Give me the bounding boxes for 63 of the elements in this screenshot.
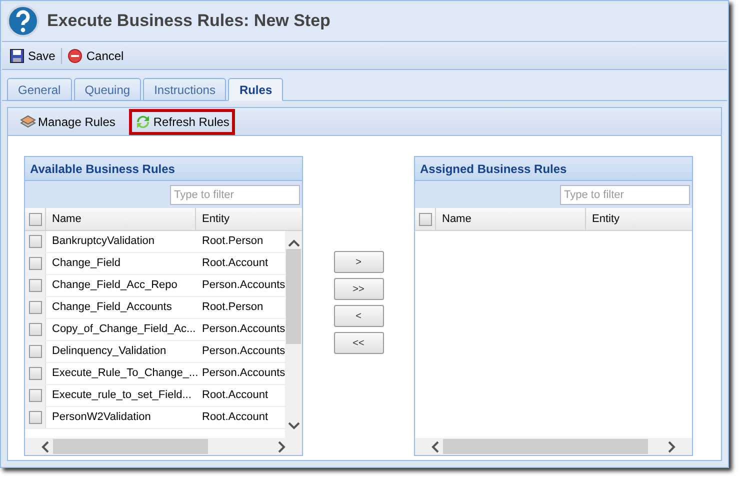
checkbox[interactable]	[28, 235, 42, 248]
column-header[interactable]: Name	[46, 208, 196, 230]
table-cell-text: Execute_Rule_To_Change_...	[51, 366, 196, 382]
table-cell-text: Root.Person	[201, 234, 264, 250]
checkbox[interactable]	[28, 323, 42, 336]
table-cell-text: Change_Field_Acc_Repo	[51, 278, 178, 294]
panel-title: Available Business Rules	[30, 160, 175, 178]
table-cell-text: Copy_of_Change_Field_Ac...	[51, 322, 196, 338]
checkbox[interactable]	[28, 301, 42, 314]
toolbar-button[interactable]: Refresh Rules	[129, 108, 236, 134]
checkbox[interactable]	[418, 212, 432, 226]
table-cell-text: Person.Accounts	[201, 344, 285, 360]
stack-icon	[20, 114, 36, 128]
table-cell-text: Delinquency_Validation	[51, 344, 168, 360]
table-cell-text: Root.Person	[201, 300, 264, 316]
refresh-icon	[135, 114, 152, 130]
checkbox[interactable]	[28, 367, 42, 380]
column-header[interactable]: Name	[436, 208, 586, 230]
chevron-right-icon[interactable]	[668, 440, 676, 452]
checkbox[interactable]	[28, 257, 42, 270]
filter-field[interactable]: Type to filter	[560, 184, 690, 204]
vertical-scrollbar[interactable]	[285, 231, 302, 438]
cancel-icon	[68, 48, 82, 62]
table-cell-text: Change_Field	[51, 256, 122, 272]
tab[interactable]: Rules	[228, 78, 284, 101]
chevron-up-icon[interactable]	[288, 239, 300, 247]
tab[interactable]: Queuing	[74, 78, 142, 101]
table-cell-text: Root.Account	[201, 410, 270, 426]
table-cell-text: PersonW2Validation	[51, 410, 152, 426]
tab[interactable]: Instructions	[143, 78, 226, 101]
chevron-left-icon[interactable]	[431, 440, 439, 452]
table-cell-text: Root.Account	[201, 256, 270, 272]
column-header[interactable]: Entity	[196, 208, 302, 230]
toolbar-button[interactable]: Cancel	[68, 46, 124, 64]
chevron-down-icon[interactable]	[288, 422, 300, 430]
move-button[interactable]: >>	[334, 278, 384, 300]
move-button[interactable]: >	[334, 251, 384, 273]
checkbox[interactable]	[28, 389, 42, 402]
filter-field[interactable]: Type to filter	[170, 184, 300, 204]
table-cell-text: Root.Account	[201, 388, 270, 404]
table-cell-text: Change_Field_Accounts	[51, 300, 173, 316]
table-cell-text: Person.Accounts	[201, 366, 285, 382]
checkbox[interactable]	[28, 411, 42, 424]
table-cell-text: BankruptcyValidation	[51, 234, 156, 250]
table-cell-text: Execute_rule_to_set_Field...	[51, 388, 192, 404]
table-cell-text: Person.Accounts	[201, 322, 285, 338]
panel-title: Assigned Business Rules	[420, 160, 567, 178]
help-icon	[7, 5, 39, 37]
move-button[interactable]: <	[334, 305, 384, 327]
checkbox[interactable]	[28, 279, 42, 292]
checkbox[interactable]	[28, 212, 42, 226]
checkbox[interactable]	[28, 345, 42, 358]
horizontal-scrollbar[interactable]	[25, 438, 302, 455]
chevron-right-icon[interactable]	[278, 440, 286, 452]
table-cell-text: Person.Accounts	[201, 278, 285, 294]
move-button[interactable]: <<	[334, 332, 384, 354]
column-header[interactable]: Entity	[586, 208, 692, 230]
toolbar-button[interactable]: Save	[10, 46, 56, 64]
window-title: Execute Business Rules: New Step	[47, 10, 330, 32]
tab[interactable]: General	[7, 78, 72, 101]
chevron-left-icon[interactable]	[41, 440, 49, 452]
horizontal-scrollbar[interactable]	[415, 438, 692, 455]
toolbar-button[interactable]: Manage Rules	[14, 108, 122, 134]
